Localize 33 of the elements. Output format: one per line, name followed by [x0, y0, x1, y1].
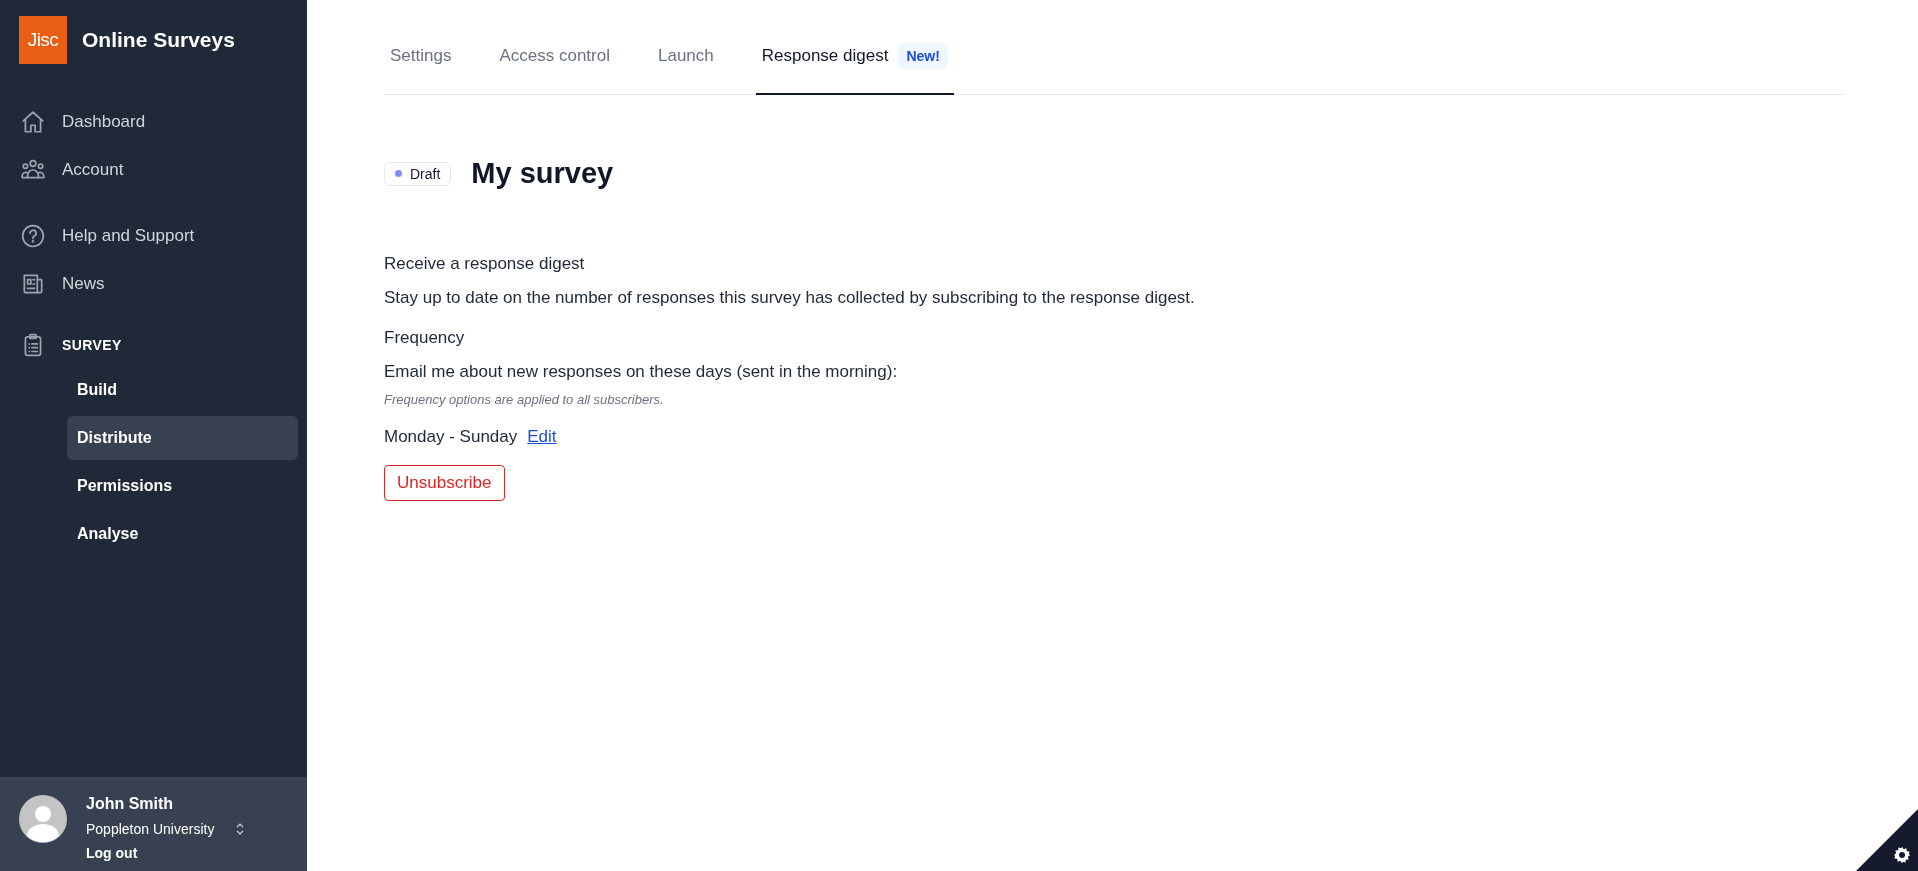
tab[interactable]: Access control: [493, 41, 616, 95]
survey-title: My survey: [471, 157, 614, 190]
edit-link[interactable]: Edit: [527, 427, 557, 447]
home-icon: [20, 109, 46, 135]
nav-link[interactable]: Distribute: [67, 416, 298, 460]
days-text: Monday - Sunday: [384, 427, 518, 447]
section-heading: Frequency: [384, 328, 466, 348]
frequency-prompt: Email me about new responses on these days (sent in the morning):: [384, 362, 899, 382]
nav-link[interactable]: Help and Support: [0, 212, 215, 260]
status-label: Draft: [410, 165, 441, 182]
app-title: Online Surveys: [82, 28, 235, 52]
tab[interactable]: Launch: [652, 41, 720, 95]
nav-link[interactable]: Permissions: [67, 464, 298, 508]
help-icon: [20, 223, 46, 249]
nav-link[interactable]: Dashboard: [0, 98, 166, 146]
unsubscribe-button[interactable]: Unsubscribe: [384, 465, 505, 501]
nav-link[interactable]: News: [0, 260, 125, 308]
tab[interactable]: Settings: [384, 41, 458, 95]
avatar-icon: [19, 795, 67, 843]
tab[interactable]: Response digest New!: [755, 41, 954, 95]
nav-link[interactable]: Analyse: [67, 512, 298, 556]
logout-link[interactable]: Log out: [86, 845, 247, 861]
nav-link[interactable]: Account: [0, 146, 144, 194]
section-heading: Receive a response digest: [384, 254, 586, 274]
organisation-name: Poppleton University: [86, 821, 215, 837]
user-name: John Smith: [86, 795, 175, 813]
newspaper-icon: [20, 271, 46, 297]
description-text: Stay up to date on the number of responses this survey has collected by subscribing to the response digest.: [384, 288, 1196, 308]
settings-icon[interactable]: [1893, 846, 1911, 864]
nav-link[interactable]: Build: [67, 368, 298, 412]
section-label: SURVEY: [62, 337, 122, 353]
new-badge: New!: [898, 43, 948, 69]
frequency-note: Frequency options are applied to all subscribers.: [384, 392, 665, 407]
